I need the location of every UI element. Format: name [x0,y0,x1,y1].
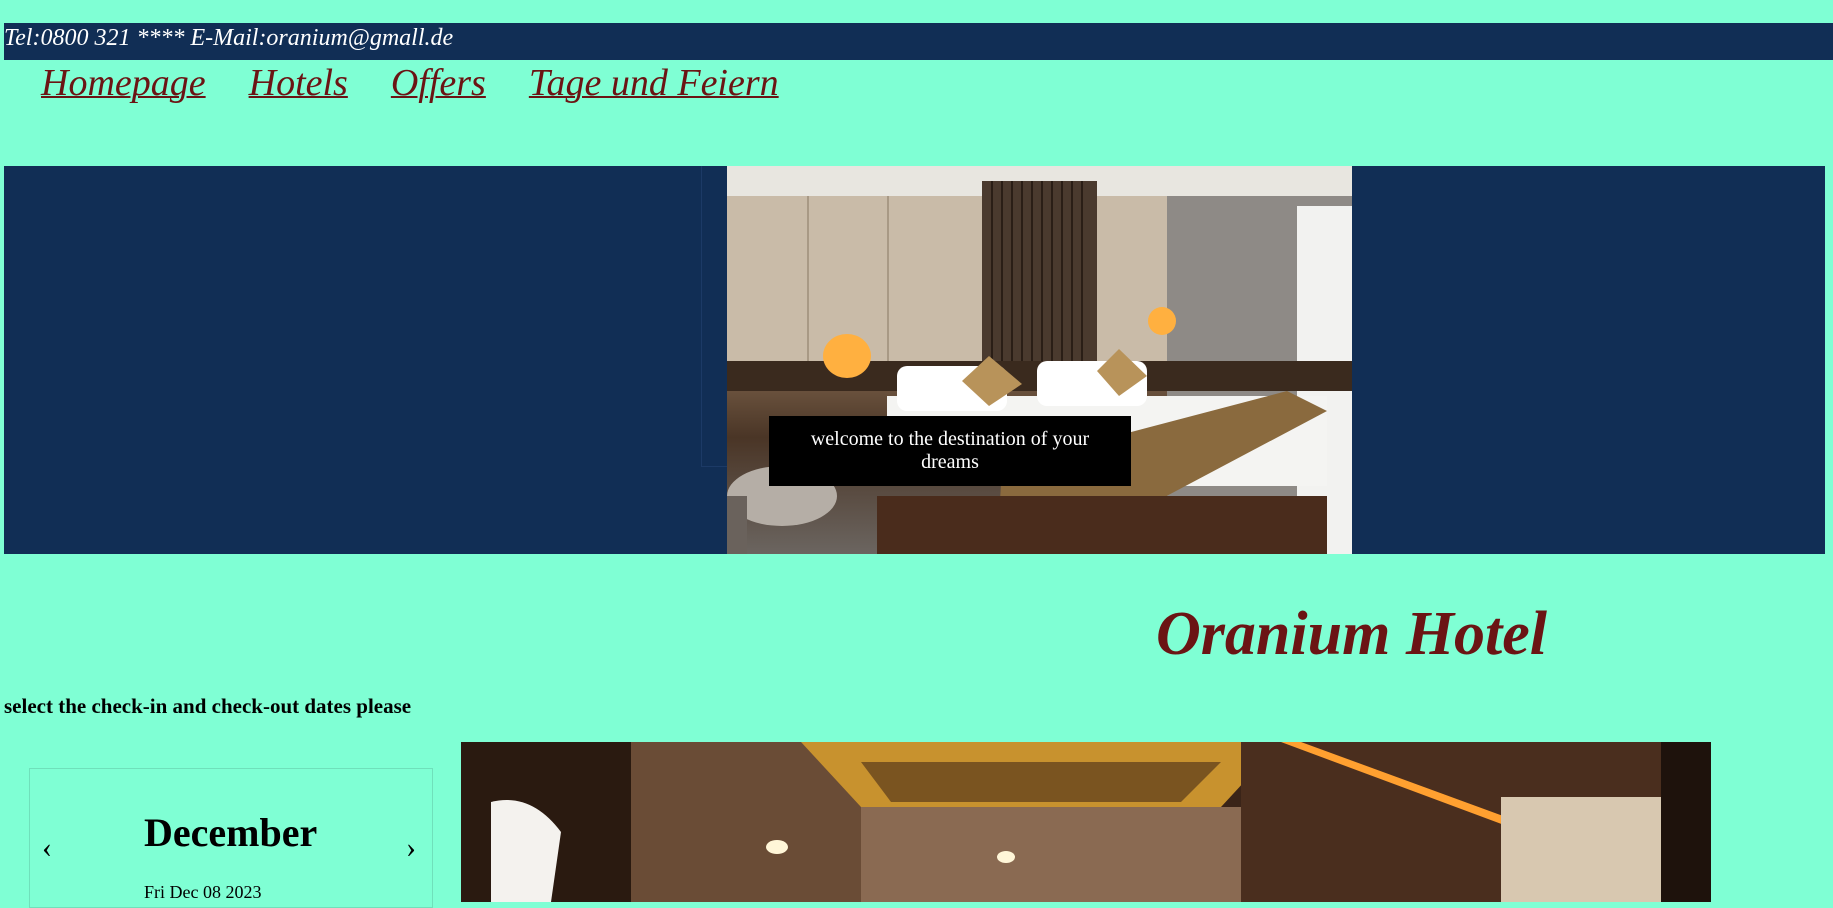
page-title: Oranium Hotel [1156,600,1548,668]
nav-link-tage-und-feiern[interactable]: Tage und Feiern [529,60,779,110]
calendar-prev-button[interactable]: ‹ [42,833,52,863]
contact-info: Tel:0800 321 **** E-Mail:oranium@gmall.d… [4,25,454,51]
date-picker: ‹ December › Fri Dec 08 2023 [29,768,433,908]
welcome-text: welcome to the destination of your dream… [810,428,1090,473]
calendar-next-button[interactable]: › [406,833,416,863]
calendar-selected-date: Fri Dec 08 2023 [144,882,262,902]
welcome-banner: welcome to the destination of your dream… [769,416,1131,486]
date-instruction: select the check-in and check-out dates … [4,694,412,718]
contact-bar: Tel:0800 321 **** E-Mail:oranium@gmall.d… [4,23,1833,60]
room-interior-photo [461,742,1711,902]
main-nav: Homepage Hotels Offers Tage und Feiern [41,60,779,110]
hero-banner: welcome to the destination of your dream… [4,166,1825,554]
calendar-month: December [144,810,318,855]
nav-link-homepage[interactable]: Homepage [41,60,206,110]
nav-link-offers[interactable]: Offers [391,60,486,110]
nav-link-hotels[interactable]: Hotels [249,60,348,110]
hotel-room-photo [727,166,1352,554]
